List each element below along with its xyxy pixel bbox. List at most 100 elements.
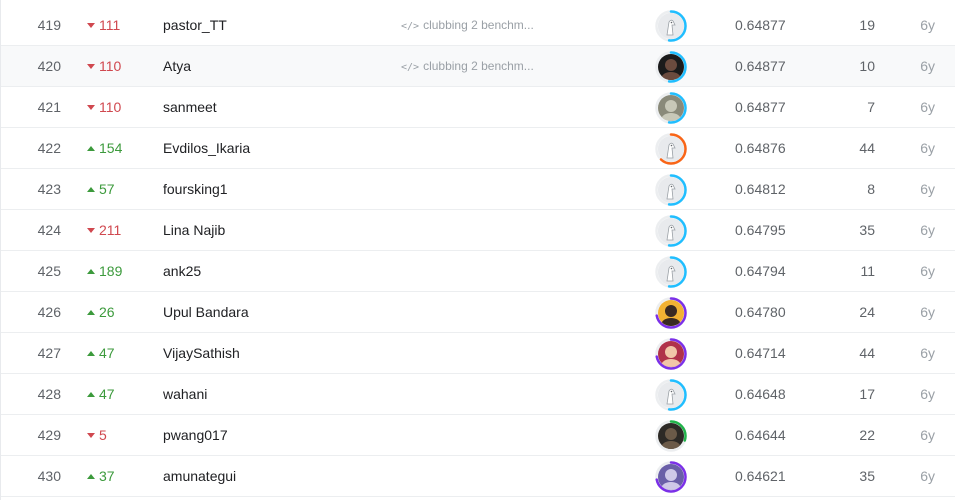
rank-change: 189: [87, 251, 135, 291]
table-row[interactable]: 425 189 ank25 0.64794 11 6y: [1, 251, 955, 292]
default-avatar-icon: [658, 13, 684, 39]
arrow-up-icon: [87, 391, 95, 397]
arrow-up-icon: [87, 186, 95, 192]
team-avatar[interactable]: [655, 297, 687, 329]
rank-change: 37: [87, 456, 135, 496]
team-name-link[interactable]: VijaySathish: [163, 333, 383, 373]
rank-number: 425: [37, 263, 61, 279]
rank-change-value: 57: [99, 181, 115, 197]
rank-number: 420: [37, 58, 61, 74]
last-submission: 6y: [920, 386, 935, 402]
entries-count: 35: [859, 222, 875, 238]
last-submission: 6y: [920, 304, 935, 320]
table-row[interactable]: 424 211 Lina Najib 0.64795 35 6y: [1, 210, 955, 251]
user-photo: [658, 341, 684, 367]
rank-change-value: 154: [99, 140, 123, 156]
kernel-link[interactable]: </> clubbing 2 benchm...: [401, 46, 561, 86]
team-avatar[interactable]: [655, 92, 687, 124]
team-avatar[interactable]: [655, 420, 687, 452]
team-name-link[interactable]: amunategui: [163, 456, 383, 496]
table-row[interactable]: 422 154 Evdilos_Ikaria 0.64876 44 6y: [1, 128, 955, 169]
entries-count: 44: [859, 345, 875, 361]
rank-number: 423: [37, 181, 61, 197]
table-row[interactable]: 427 47 VijaySathish 0.64714 44 6y: [1, 333, 955, 374]
rank-change-value: 37: [99, 468, 115, 484]
score-value: 0.64812: [735, 181, 786, 197]
rank-change-value: 110: [99, 99, 122, 115]
kernel-title: clubbing 2 benchm...: [423, 18, 534, 32]
code-icon: </>: [401, 62, 420, 73]
team-name-link[interactable]: Evdilos_Ikaria: [163, 128, 383, 168]
arrow-up-icon: [87, 145, 95, 151]
table-row[interactable]: 430 37 amunategui 0.64621 35 6y: [1, 456, 955, 497]
rank-number: 424: [37, 222, 61, 238]
team-avatar[interactable]: [655, 174, 687, 206]
table-row[interactable]: 421 110 sanmeet 0.64877 7 6y: [1, 87, 955, 128]
team-avatar[interactable]: [655, 10, 687, 42]
rank-change-value: 111: [99, 17, 121, 33]
arrow-down-icon: [87, 432, 95, 438]
score-value: 0.64795: [735, 222, 786, 238]
arrow-up-icon: [87, 473, 95, 479]
score-value: 0.64877: [735, 17, 786, 33]
team-avatar[interactable]: [655, 215, 687, 247]
last-submission: 6y: [920, 17, 935, 33]
score-value: 0.64780: [735, 304, 786, 320]
rank-change-value: 5: [99, 427, 107, 443]
table-row[interactable]: 429 5 pwang017 0.64644 22 6y: [1, 415, 955, 456]
score-value: 0.64877: [735, 99, 786, 115]
entries-count: 8: [867, 181, 875, 197]
arrow-down-icon: [87, 104, 95, 110]
team-name-link[interactable]: pwang017: [163, 415, 383, 455]
rank-change: 5: [87, 415, 135, 455]
last-submission: 6y: [920, 263, 935, 279]
rank-change: 47: [87, 374, 135, 414]
rank-number: 421: [37, 99, 61, 115]
team-avatar[interactable]: [655, 133, 687, 165]
rank-change-value: 26: [99, 304, 115, 320]
rank-change-value: 47: [99, 386, 115, 402]
last-submission: 6y: [920, 140, 935, 156]
team-avatar[interactable]: [655, 256, 687, 288]
last-submission: 6y: [920, 427, 935, 443]
score-value: 0.64648: [735, 386, 786, 402]
team-name-link[interactable]: pastor_TT: [163, 5, 383, 45]
arrow-up-icon: [87, 350, 95, 356]
arrow-down-icon: [87, 227, 95, 233]
rank-number: 429: [37, 427, 61, 443]
table-row[interactable]: 428 47 wahani 0.64648 17 6y: [1, 374, 955, 415]
rank-change-value: 47: [99, 345, 115, 361]
default-avatar-icon: [658, 218, 684, 244]
table-row[interactable]: 420 110 Atya </> clubbing 2 benchm... 0.64877…: [1, 46, 955, 87]
entries-count: 7: [867, 99, 875, 115]
team-avatar[interactable]: [655, 461, 687, 493]
user-photo: [658, 423, 684, 449]
table-row[interactable]: 423 57 foursking1 0.64812 8 6y: [1, 169, 955, 210]
rank-number: 422: [37, 140, 61, 156]
team-avatar[interactable]: [655, 51, 687, 83]
team-name-link[interactable]: ank25: [163, 251, 383, 291]
user-photo: [658, 464, 684, 490]
team-name-link[interactable]: Upul Bandara: [163, 292, 383, 332]
arrow-down-icon: [87, 63, 95, 69]
team-name-link[interactable]: wahani: [163, 374, 383, 414]
team-name-link[interactable]: Atya: [163, 46, 383, 86]
team-name-link[interactable]: foursking1: [163, 169, 383, 209]
score-value: 0.64876: [735, 140, 786, 156]
table-row[interactable]: 419 111 pastor_TT </> clubbing 2 benchm... 0.…: [1, 5, 955, 46]
last-submission: 6y: [920, 181, 935, 197]
kernel-link[interactable]: </> clubbing 2 benchm...: [401, 5, 561, 45]
score-value: 0.64794: [735, 263, 786, 279]
user-photo: [658, 54, 684, 80]
rank-change: 211: [87, 210, 135, 250]
default-avatar-icon: [658, 382, 684, 408]
team-avatar[interactable]: [655, 379, 687, 411]
team-name-link[interactable]: Lina Najib: [163, 210, 383, 250]
team-avatar[interactable]: [655, 338, 687, 370]
team-name-link[interactable]: sanmeet: [163, 87, 383, 127]
rank-change-value: 211: [99, 222, 122, 238]
kernel-title: clubbing 2 benchm...: [423, 59, 534, 73]
last-submission: 6y: [920, 99, 935, 115]
table-row[interactable]: 426 26 Upul Bandara 0.64780 24 6y: [1, 292, 955, 333]
rank-number: 428: [37, 386, 61, 402]
